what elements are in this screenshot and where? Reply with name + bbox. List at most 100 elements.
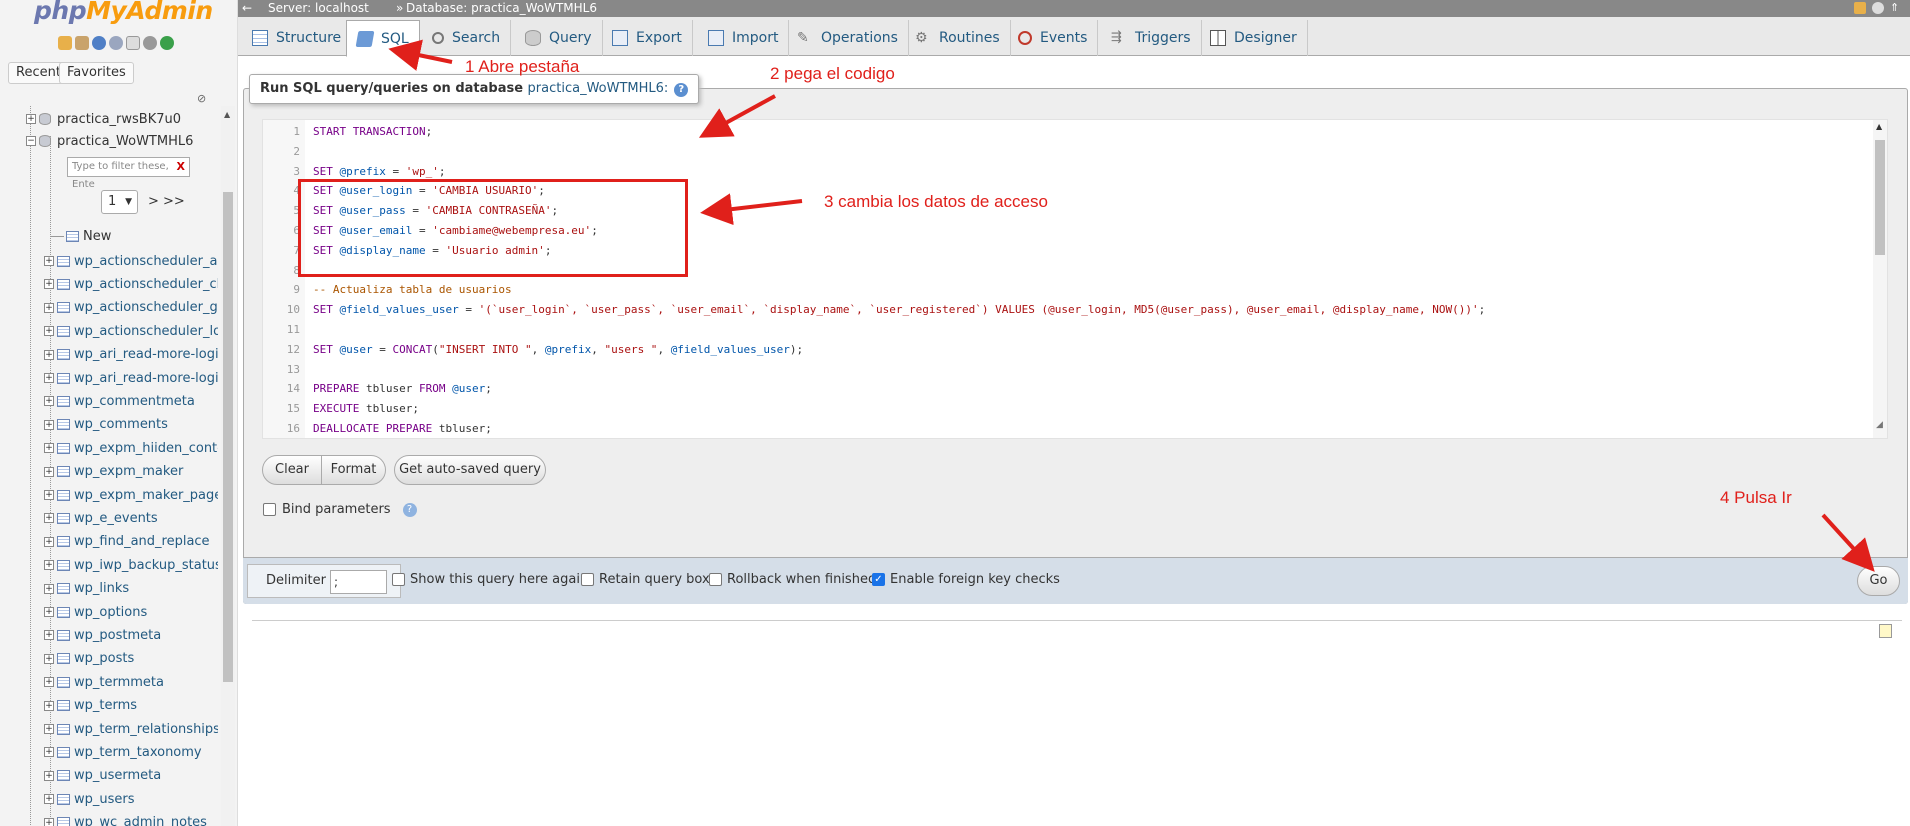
retain-query-box-checkbox[interactable] <box>581 573 594 586</box>
sidebar-table-item[interactable]: + wp_links <box>44 578 129 600</box>
expand-icon[interactable]: + <box>44 443 54 454</box>
sidebar-table-item[interactable]: + wp_ari_read-more-logi <box>44 344 218 366</box>
sidebar-table-item[interactable]: + wp_actionscheduler_gr <box>44 297 218 319</box>
sql-line[interactable]: EXECUTE tbluser; <box>313 399 419 419</box>
expand-icon[interactable]: + <box>44 583 54 594</box>
settings-icon[interactable] <box>143 36 157 50</box>
sidebar-table-item[interactable]: + wp_options <box>44 601 147 623</box>
editor-scrollbar[interactable]: ▲ ◢ <box>1873 120 1887 438</box>
foreign-key-checks-option[interactable]: ✓ Enable foreign key checks <box>872 572 1060 587</box>
sidebar-table-item[interactable]: + wp_usermeta <box>44 765 161 787</box>
back-icon[interactable]: ← <box>242 0 252 17</box>
sidebar-table-item[interactable]: + wp_expm_maker_page <box>44 484 218 506</box>
sql-editor[interactable]: 1 2 3 4 5 6 7 8 9 10 11 12 13 14 15 16 START TRANSACTIO… <box>262 119 1888 439</box>
sql-line[interactable]: SET @user = CONCAT("INSERT INTO ", @pref… <box>313 340 803 360</box>
expand-icon[interactable]: + <box>44 279 54 290</box>
sidebar-table-item[interactable]: + wp_actionscheduler_lo <box>44 320 218 342</box>
resize-handle-icon[interactable]: ◢ <box>1876 420 1883 430</box>
expand-icon[interactable]: + <box>44 700 54 711</box>
sidebar-table-item[interactable]: + wp_postmeta <box>44 624 161 646</box>
tab-routines[interactable]: ⚙ Routines <box>905 20 1011 56</box>
sidebar-table-item[interactable]: + wp_termmeta <box>44 671 164 693</box>
copy-icon[interactable] <box>126 36 140 50</box>
reload-icon[interactable] <box>160 36 174 50</box>
home-icon[interactable] <box>58 36 72 50</box>
tab-export[interactable]: Export <box>602 20 693 56</box>
logout-icon[interactable] <box>75 36 89 50</box>
tab-query[interactable]: Query <box>515 20 603 56</box>
sql-line[interactable]: DEALLOCATE PREPARE tbluser; <box>313 419 492 438</box>
sidebar-table-item[interactable]: + wp_e_events <box>44 507 158 529</box>
help-icon[interactable] <box>92 36 106 50</box>
table-filter-input[interactable]: Type to filter these, Ente X <box>67 157 190 190</box>
sidebar-table-item[interactable]: + wp_actionscheduler_ac <box>44 250 218 272</box>
db-item-practica-wowtmhl6[interactable]: − practica_WoWTMHL6 <box>26 130 193 152</box>
favorites-button[interactable]: Favorites <box>59 62 134 84</box>
expand-icon[interactable]: + <box>44 607 54 617</box>
expand-icon[interactable]: + <box>44 419 54 430</box>
scrollbar-thumb[interactable] <box>223 192 233 682</box>
expand-icon[interactable]: + <box>44 349 54 360</box>
sidebar-table-item[interactable]: + wp_term_relationships <box>44 718 218 740</box>
expand-icon[interactable]: + <box>44 653 54 664</box>
delimiter-input[interactable]: ; <box>330 570 387 594</box>
breadcrumb-database[interactable]: Database: practica_WoWTMHL6 <box>406 0 597 17</box>
bind-parameters-checkbox[interactable] <box>263 503 276 516</box>
docs-icon[interactable] <box>109 36 123 50</box>
sidebar-table-item[interactable]: + wp_term_taxonomy <box>44 741 202 763</box>
expand-icon[interactable]: + <box>44 256 54 266</box>
scroll-up-icon[interactable]: ▲ <box>1876 122 1882 131</box>
foreign-key-checks-checkbox[interactable]: ✓ <box>872 573 885 586</box>
expand-icon[interactable]: + <box>44 466 54 477</box>
clear-button[interactable]: Clear <box>262 455 322 485</box>
sidebar-table-item[interactable]: + wp_terms <box>44 695 137 717</box>
sidebar-table-item[interactable]: + wp_ari_read-more-logi <box>44 367 218 389</box>
breadcrumb-server[interactable]: Server: localhost <box>268 0 369 17</box>
tab-triggers[interactable]: ⇶ Triggers <box>1101 20 1202 56</box>
get-auto-saved-query-button[interactable]: Get auto-saved query <box>394 455 546 485</box>
tab-designer[interactable]: Designer <box>1200 20 1308 56</box>
tab-import[interactable]: Import <box>698 20 790 56</box>
go-button[interactable]: Go <box>1857 566 1900 596</box>
lock-icon[interactable] <box>1854 2 1866 14</box>
editor-scrollbar-thumb[interactable] <box>1875 140 1885 255</box>
expand-icon[interactable]: + <box>44 747 54 758</box>
sidebar-table-item[interactable]: + wp_expm_maker <box>44 461 183 483</box>
expand-icon[interactable]: + <box>44 630 54 641</box>
show-query-option[interactable]: Show this query here again <box>392 572 588 587</box>
tab-operations[interactable]: ✎ Operations <box>787 20 909 56</box>
sidebar-table-item[interactable]: + wp_actionscheduler_cl <box>44 273 218 295</box>
expand-icon[interactable]: + <box>44 396 54 407</box>
console-icon[interactable] <box>1879 624 1892 638</box>
expand-icon[interactable]: + <box>44 560 54 571</box>
expand-icon[interactable]: + <box>44 490 54 500</box>
sidebar-table-item[interactable]: + wp_posts <box>44 648 134 670</box>
expand-icon[interactable]: + <box>44 373 54 383</box>
sidebar-table-item[interactable]: + wp_users <box>44 788 135 810</box>
expand-icon[interactable]: + <box>44 724 54 734</box>
rollback-checkbox[interactable] <box>709 573 722 586</box>
expand-icon[interactable]: + <box>44 770 54 781</box>
sidebar-table-item[interactable]: + wp_find_and_replace <box>44 531 210 553</box>
expand-icon[interactable]: + <box>44 513 54 524</box>
show-query-checkbox[interactable] <box>392 573 405 586</box>
expand-icon[interactable]: + <box>44 794 54 805</box>
collapse-icon[interactable]: − <box>26 136 36 146</box>
tab-sql[interactable]: SQL <box>346 20 420 57</box>
retain-query-box-option[interactable]: Retain query box <box>581 572 710 587</box>
sidebar-table-item[interactable]: + wp_wc_admin_notes <box>44 812 207 826</box>
scroll-up-icon[interactable]: ▲ <box>224 110 230 119</box>
sql-line[interactable]: PREPARE tbluser FROM @user; <box>313 379 492 399</box>
sidebar-table-item[interactable]: + wp_comments <box>44 414 168 436</box>
tab-search[interactable]: Search <box>422 20 512 56</box>
expand-icon[interactable]: + <box>44 302 54 313</box>
sidebar-table-item[interactable]: + wp_iwp_backup_status <box>44 554 218 576</box>
expand-icon[interactable]: + <box>44 677 54 688</box>
collapse-up-icon[interactable]: ⇑ <box>1890 2 1902 14</box>
help-icon[interactable]: ? <box>402 502 417 517</box>
sql-line[interactable]: START TRANSACTION; <box>313 122 432 142</box>
rollback-option[interactable]: Rollback when finished <box>709 572 876 587</box>
phpmyadmin-logo[interactable]: phpMyAdmin <box>34 0 213 25</box>
tab-events[interactable]: Events <box>1008 20 1099 56</box>
sidebar-scrollbar[interactable]: ▲ <box>221 106 235 826</box>
